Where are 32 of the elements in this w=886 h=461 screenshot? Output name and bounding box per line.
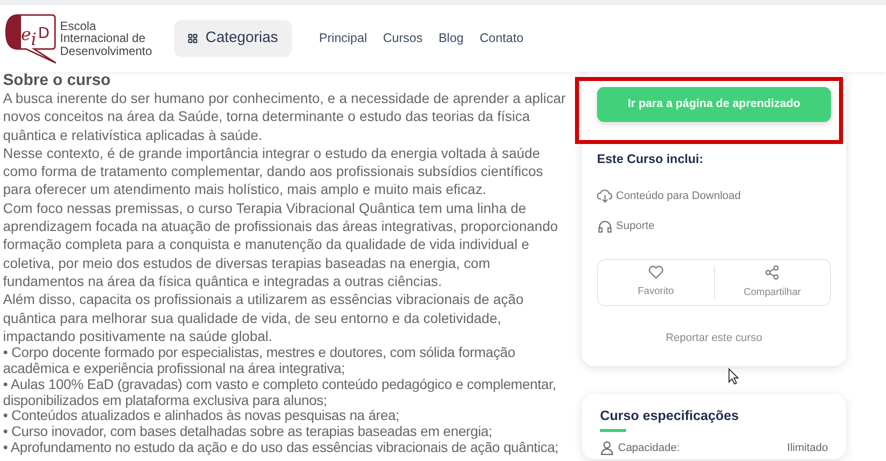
grid-icon [188, 32, 198, 45]
heart-icon [648, 265, 664, 280]
logo-text: Escola Internacional de Desenvolvimento [60, 20, 152, 58]
spec-label: Capacidade: [618, 441, 680, 456]
bullet-item: • Aprofundamento no estudo da ação e do uso das essências vibracionais de ação quântica; [3, 440, 560, 456]
paragraph: Além disso, capacita os profissionais a utilizarem as essências vibracionais de ação quântica para melhorar sua qualidade de vida, de seu entorno e da coletividade, impactando positivamente na saúde global. [3, 290, 525, 346]
spec-value: Ilimitado [787, 441, 828, 456]
mouse-pointer-icon [728, 368, 739, 385]
bullet-item: • Conteúdos atualizados e alinhados às novas pesquisas na área; [3, 408, 400, 424]
nav-link[interactable]: Blog [438, 29, 464, 48]
bullet-item: • Aulas 100% EaD (gravadas) com vasto e completo conteúdo pedagógico e complementar, disponibilizados em plataforma exclusiva para alunos; [3, 376, 558, 408]
cloud-download-icon [597, 188, 613, 203]
paragraph: Com foco nessas premissas, o curso Terapia Vibracional Quântica tem uma linha de aprendizagem focada na atuação de profissionais das áreas integrativas, proporcionando formação completa para a conquista e manutenção da qualidade de vida individual e coletiva, por meio dos estudos de diversas terapias baseadas na energia, com fundamentos na área da física quântica e integradas a outras ciências. [3, 198, 559, 290]
paragraph: A busca inerente do ser humano por conhecimento, e a necessidade de aprender a aplicar novos conceitos na área da Saúde, torna determinante o estudo das teorias da física quântica e relativística aplicadas à saúde. [3, 89, 567, 144]
share-icon [765, 264, 780, 280]
include-item: Suporte [616, 218, 655, 234]
nav-link[interactable]: Cursos [382, 29, 423, 48]
bullet-item: • Curso inovador, com bases detalhadas sobre as terapias baseadas em energia; [3, 424, 494, 440]
includes-title: Este Curso inclui: [597, 151, 704, 168]
headphones-icon [597, 218, 613, 233]
paragraph: Nesse contexto, é de grande importância integrar o estudo da energia voltada à saúde como forma de tratamento complementar, dando aos profissionais subsídios científicos para oferecer um atendimento mais holístico, mais amplo e muito mais eficaz. [3, 144, 544, 199]
nav-link[interactable]: Principal [319, 29, 367, 48]
categories-button[interactable]: Categorias [174, 20, 292, 57]
favorite-button[interactable]: Favorito [598, 260, 714, 305]
share-button[interactable]: Compartilhar [714, 260, 830, 305]
user-icon [600, 441, 614, 456]
section-title: Sobre o curso [3, 72, 112, 89]
nav-link[interactable]: Contato [480, 29, 524, 48]
specs-title: Curso especificações [600, 408, 740, 424]
title-underline [600, 429, 626, 432]
include-item: Conteúdo para Download [616, 188, 741, 204]
bullet-item: • Corpo docente formado por especialistas, mestres e doutores, com sólida formação acadêmica e experiência profissional na área integrativa; [3, 345, 516, 377]
